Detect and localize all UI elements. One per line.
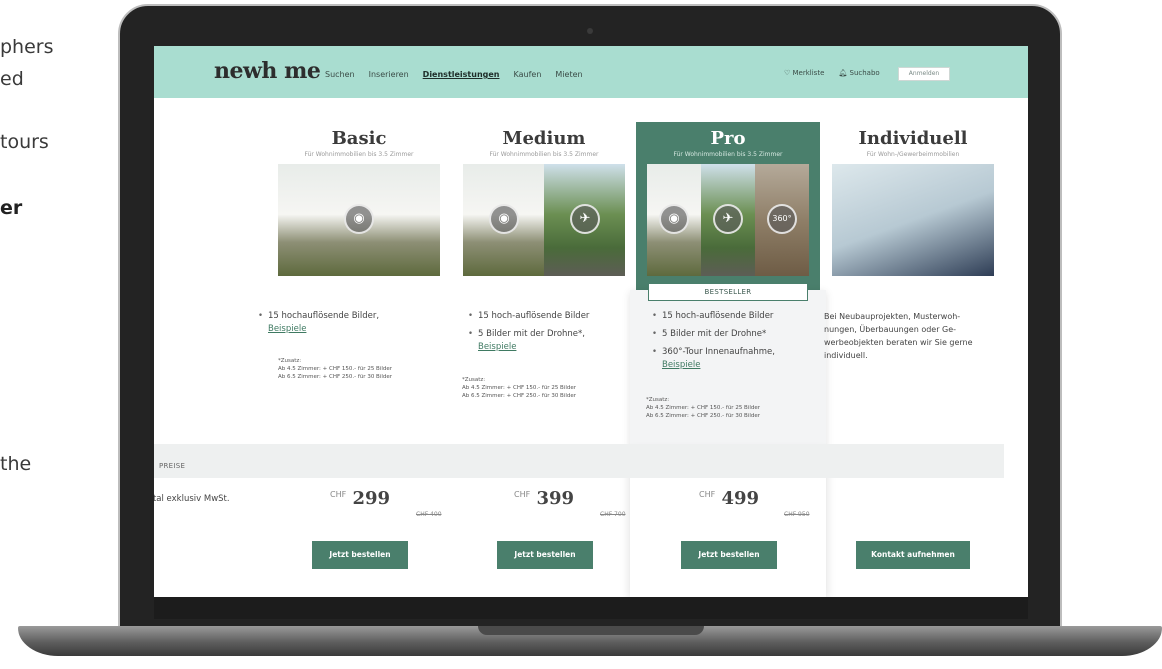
pro-zusatz: *Zusatz: Ab 4.5 Zimmer: + CHF 150.- für …: [646, 397, 761, 419]
laptop-screen: newh me Suchen Inserieren Dienstleistung…: [154, 46, 1028, 597]
medium-price: CHF 399: [514, 488, 575, 509]
pro-old-price: CHF 950: [784, 511, 810, 518]
nav-kaufen[interactable]: Kaufen: [514, 70, 542, 79]
pro-photo-house: ✈: [701, 164, 755, 276]
feature-item: 15 hoch-auflösende Bilder: [468, 310, 638, 323]
pro-photo-wood: 360°: [755, 164, 809, 276]
basic-zusatz: *Zusatz: Ab 4.5 Zimmer: + CHF 150.- für …: [278, 358, 393, 380]
laptop-notch: [478, 626, 704, 635]
plan-subtitle: Für Wohnimmobilien bis 3.5 Zimmer: [489, 151, 599, 158]
basic-order-button[interactable]: Jetzt bestellen: [312, 541, 408, 569]
feature-item: 15 hoch-auflösende Bilder: [652, 310, 822, 323]
medium-photo-room: ◉: [463, 164, 544, 276]
tour-360-icon: 360°: [767, 204, 797, 234]
site-header: newh me Suchen Inserieren Dienstleistung…: [154, 46, 1028, 98]
suchabo-link[interactable]: 🔔︎ Suchabo: [838, 69, 879, 77]
examples-link[interactable]: Beispiele: [478, 341, 638, 354]
camera-icon: ◉: [659, 204, 689, 234]
nav-dienstleistungen[interactable]: Dienstleistungen: [423, 70, 500, 79]
medium-order-button[interactable]: Jetzt bestellen: [497, 541, 593, 569]
login-button[interactable]: Anmelden: [898, 67, 950, 81]
plan-basic-header: Basic Für Wohnimmobilien bis 3.5 Zimmer: [278, 128, 440, 158]
nav-mieten[interactable]: Mieten: [555, 70, 582, 79]
laptop-bezel: [154, 597, 1028, 619]
plan-individuell-header: Individuell Für Wohn-/Gewerbeimmobilien: [832, 128, 994, 158]
merkliste-link[interactable]: ♡ Merkliste: [784, 69, 824, 77]
prices-bar: [154, 444, 1004, 478]
medium-old-price: CHF 700: [600, 511, 626, 518]
individuell-description: Bei Neubauprojekten, Musterwoh-nungen, Ü…: [824, 312, 973, 360]
page: phers ed tours er the newh me Suchen Ins…: [0, 0, 1162, 669]
basic-price: CHF 299: [330, 488, 391, 509]
pro-features: 15 hoch-auflösende Bilder 5 Bilder mit d…: [652, 310, 822, 377]
drone-icon: ✈: [713, 204, 743, 234]
plan-title: Individuell: [858, 128, 968, 149]
webcam: [587, 28, 593, 34]
side-text-3: tours: [0, 131, 49, 153]
examples-link[interactable]: Beispiele: [662, 359, 822, 372]
drone-icon: ✈: [570, 204, 600, 234]
plan-title: Basic: [331, 128, 387, 149]
total-label: Total exklusiv MwSt.: [154, 494, 230, 504]
pro-photo-room: ◉: [647, 164, 701, 276]
plan-title: Pro: [710, 128, 746, 149]
header-actions: ♡ Merkliste 🔔︎ Suchabo: [784, 69, 880, 77]
feature-item: 5 Bilder mit der Drohne*: [652, 328, 822, 341]
plan-pro-header: Pro Für Wohnimmobilien bis 3.5 Zimmer: [647, 128, 809, 158]
side-text-5: the: [0, 453, 32, 475]
nav-inserieren[interactable]: Inserieren: [369, 70, 409, 79]
side-text-2: ed: [0, 68, 24, 90]
nav-suchen[interactable]: Suchen: [325, 70, 355, 79]
camera-icon: ◉: [489, 204, 519, 234]
suchabo-label: Suchabo: [849, 69, 880, 77]
merkliste-label: Merkliste: [792, 69, 825, 77]
examples-link[interactable]: Beispiele: [268, 323, 428, 336]
camera-icon: ◉: [344, 204, 374, 234]
logo[interactable]: newh me: [214, 58, 321, 84]
prices-label: PREISE: [159, 462, 186, 470]
feature-item: 15 hochauflösende Bilder,Beispiele: [258, 310, 428, 336]
plan-subtitle: Für Wohn-/Gewerbeimmobilien: [866, 151, 960, 158]
heart-icon: ♡: [784, 69, 791, 77]
feature-item: 360°-Tour Innenaufnahme,Beispiele: [652, 346, 822, 372]
pro-price: CHF 499: [699, 488, 760, 509]
medium-zusatz: *Zusatz: Ab 4.5 Zimmer: + CHF 150.- für …: [462, 377, 577, 399]
basic-photo: ◉: [278, 164, 440, 276]
plan-subtitle: Für Wohnimmobilien bis 3.5 Zimmer: [304, 151, 414, 158]
basic-old-price: CHF 400: [416, 511, 442, 518]
contact-button[interactable]: Kontakt aufnehmen: [856, 541, 970, 569]
feature-item: 5 Bilder mit der Drohne*,Beispiele: [468, 328, 638, 354]
medium-photo-house: ✈: [544, 164, 625, 276]
bell-icon: 🔔︎: [838, 69, 848, 77]
main-nav: Suchen Inserieren Dienstleistungen Kaufe…: [325, 70, 583, 79]
plan-title: Medium: [502, 128, 586, 149]
basic-features: 15 hochauflösende Bilder,Beispiele: [258, 310, 428, 341]
individuell-photo: [832, 164, 994, 276]
plan-medium-header: Medium Für Wohnimmobilien bis 3.5 Zimmer: [463, 128, 625, 158]
plan-subtitle: Für Wohnimmobilien bis 3.5 Zimmer: [673, 151, 783, 158]
medium-features: 15 hoch-auflösende Bilder 5 Bilder mit d…: [468, 310, 638, 359]
side-text-1: phers: [0, 36, 54, 58]
side-text-4: er: [0, 197, 23, 219]
pro-order-button[interactable]: Jetzt bestellen: [681, 541, 777, 569]
bestseller-badge: BESTSELLER: [648, 283, 808, 301]
